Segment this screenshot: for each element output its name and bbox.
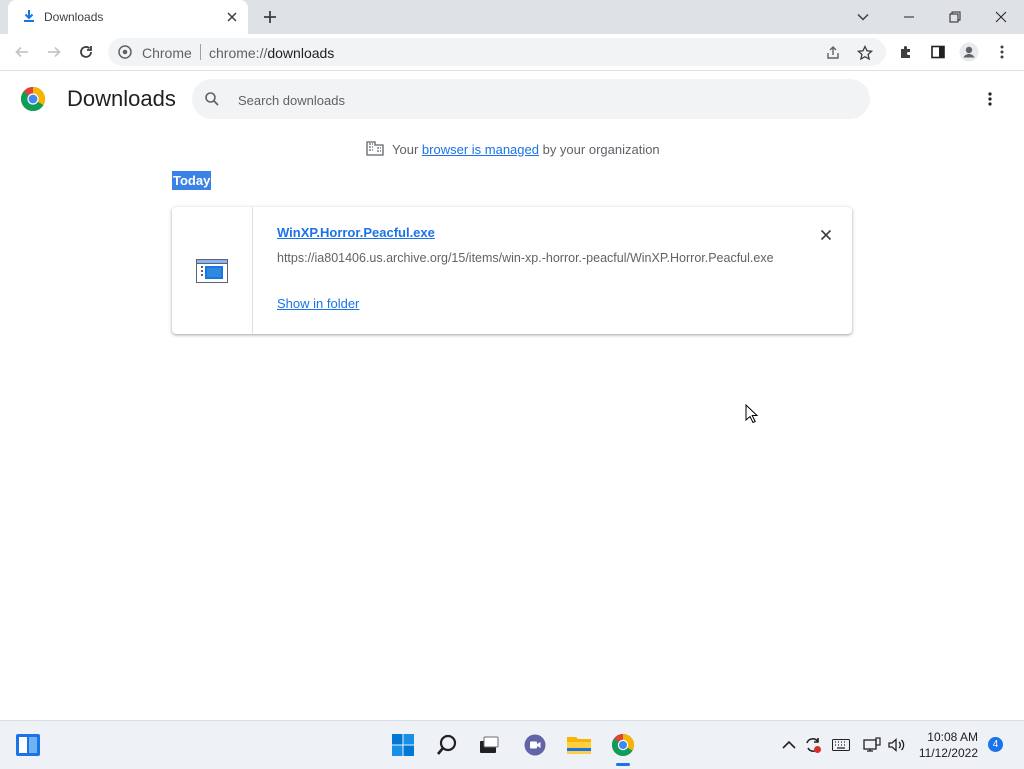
task-view-icon[interactable] [476, 732, 502, 758]
file-name-link[interactable]: WinXP.Horror.Peacful.exe [277, 225, 435, 240]
share-icon[interactable] [824, 44, 842, 62]
show-in-folder-link[interactable]: Show in folder [277, 296, 359, 311]
back-button[interactable] [11, 41, 33, 63]
section-date-header: Today [172, 171, 212, 190]
tab-search-icon[interactable] [852, 6, 874, 28]
teams-chat-icon[interactable] [522, 732, 548, 758]
tab-downloads[interactable]: Downloads [8, 0, 248, 34]
search-downloads-box[interactable] [192, 79, 870, 119]
download-icon [22, 9, 36, 23]
browser-toolbar: Chrome chrome://downloads [0, 34, 1024, 71]
minimize-button[interactable] [898, 6, 920, 28]
show-hidden-icons-icon[interactable] [779, 736, 799, 754]
downloads-menu-icon[interactable] [980, 89, 1000, 109]
building-icon [366, 140, 384, 159]
profile-avatar-icon[interactable] [958, 41, 980, 63]
remove-download-button[interactable] [816, 225, 836, 245]
search-taskbar-icon[interactable] [434, 732, 460, 758]
network-icon[interactable] [862, 736, 882, 754]
bookmark-star-icon[interactable] [856, 44, 874, 62]
clock-time: 10:08 AM [927, 730, 978, 744]
chrome-site-icon [118, 45, 132, 59]
tab-title: Downloads [44, 10, 104, 24]
file-icon-column [172, 207, 253, 334]
url-text: chrome://downloads [209, 45, 335, 61]
download-item-card: WinXP.Horror.Peacful.exe https://ia80140… [172, 207, 852, 334]
start-icon[interactable] [390, 732, 416, 758]
windows-taskbar: 10:08 AM 11/12/2022 4 [0, 720, 1024, 769]
omnibox-divider [200, 44, 201, 60]
extensions-icon[interactable] [895, 41, 917, 63]
chrome-logo-icon [20, 86, 46, 112]
search-icon [204, 91, 220, 107]
source-url: https://ia801406.us.archive.org/15/items… [277, 251, 774, 265]
side-panel-icon[interactable] [927, 41, 949, 63]
volume-icon[interactable] [887, 736, 907, 754]
browser-menu-icon[interactable] [991, 41, 1013, 63]
close-window-button[interactable] [990, 6, 1012, 28]
widgets-icon[interactable] [15, 732, 41, 758]
system-clock[interactable]: 10:08 AM 11/12/2022 [912, 729, 978, 761]
restore-button[interactable] [944, 6, 966, 28]
page-title: Downloads [67, 86, 176, 111]
chrome-taskbar-icon[interactable] [610, 732, 636, 758]
notification-badge[interactable]: 4 [988, 737, 1003, 752]
executable-file-icon [196, 259, 228, 283]
browser-managed-link[interactable]: browser is managed [422, 142, 539, 157]
mouse-cursor-icon [745, 403, 759, 424]
managed-notice: Your browser is managed by your organiza… [366, 140, 660, 158]
forward-button[interactable] [43, 41, 65, 63]
file-explorer-icon[interactable] [566, 732, 592, 758]
reload-button[interactable] [75, 41, 97, 63]
new-tab-button[interactable] [260, 7, 280, 27]
clock-date: 11/12/2022 [918, 746, 978, 760]
tab-strip: Downloads [0, 0, 1024, 34]
sync-status-icon[interactable] [803, 736, 823, 754]
downloads-header: Downloads [0, 71, 1024, 127]
keyboard-icon[interactable] [831, 736, 851, 754]
close-icon[interactable] [224, 9, 240, 25]
search-input[interactable] [236, 89, 840, 111]
site-chip-label: Chrome [142, 45, 192, 61]
active-app-indicator [616, 763, 630, 766]
managed-text: Your browser is managed by your organiza… [392, 141, 660, 157]
address-bar[interactable]: Chrome chrome://downloads [108, 38, 886, 66]
